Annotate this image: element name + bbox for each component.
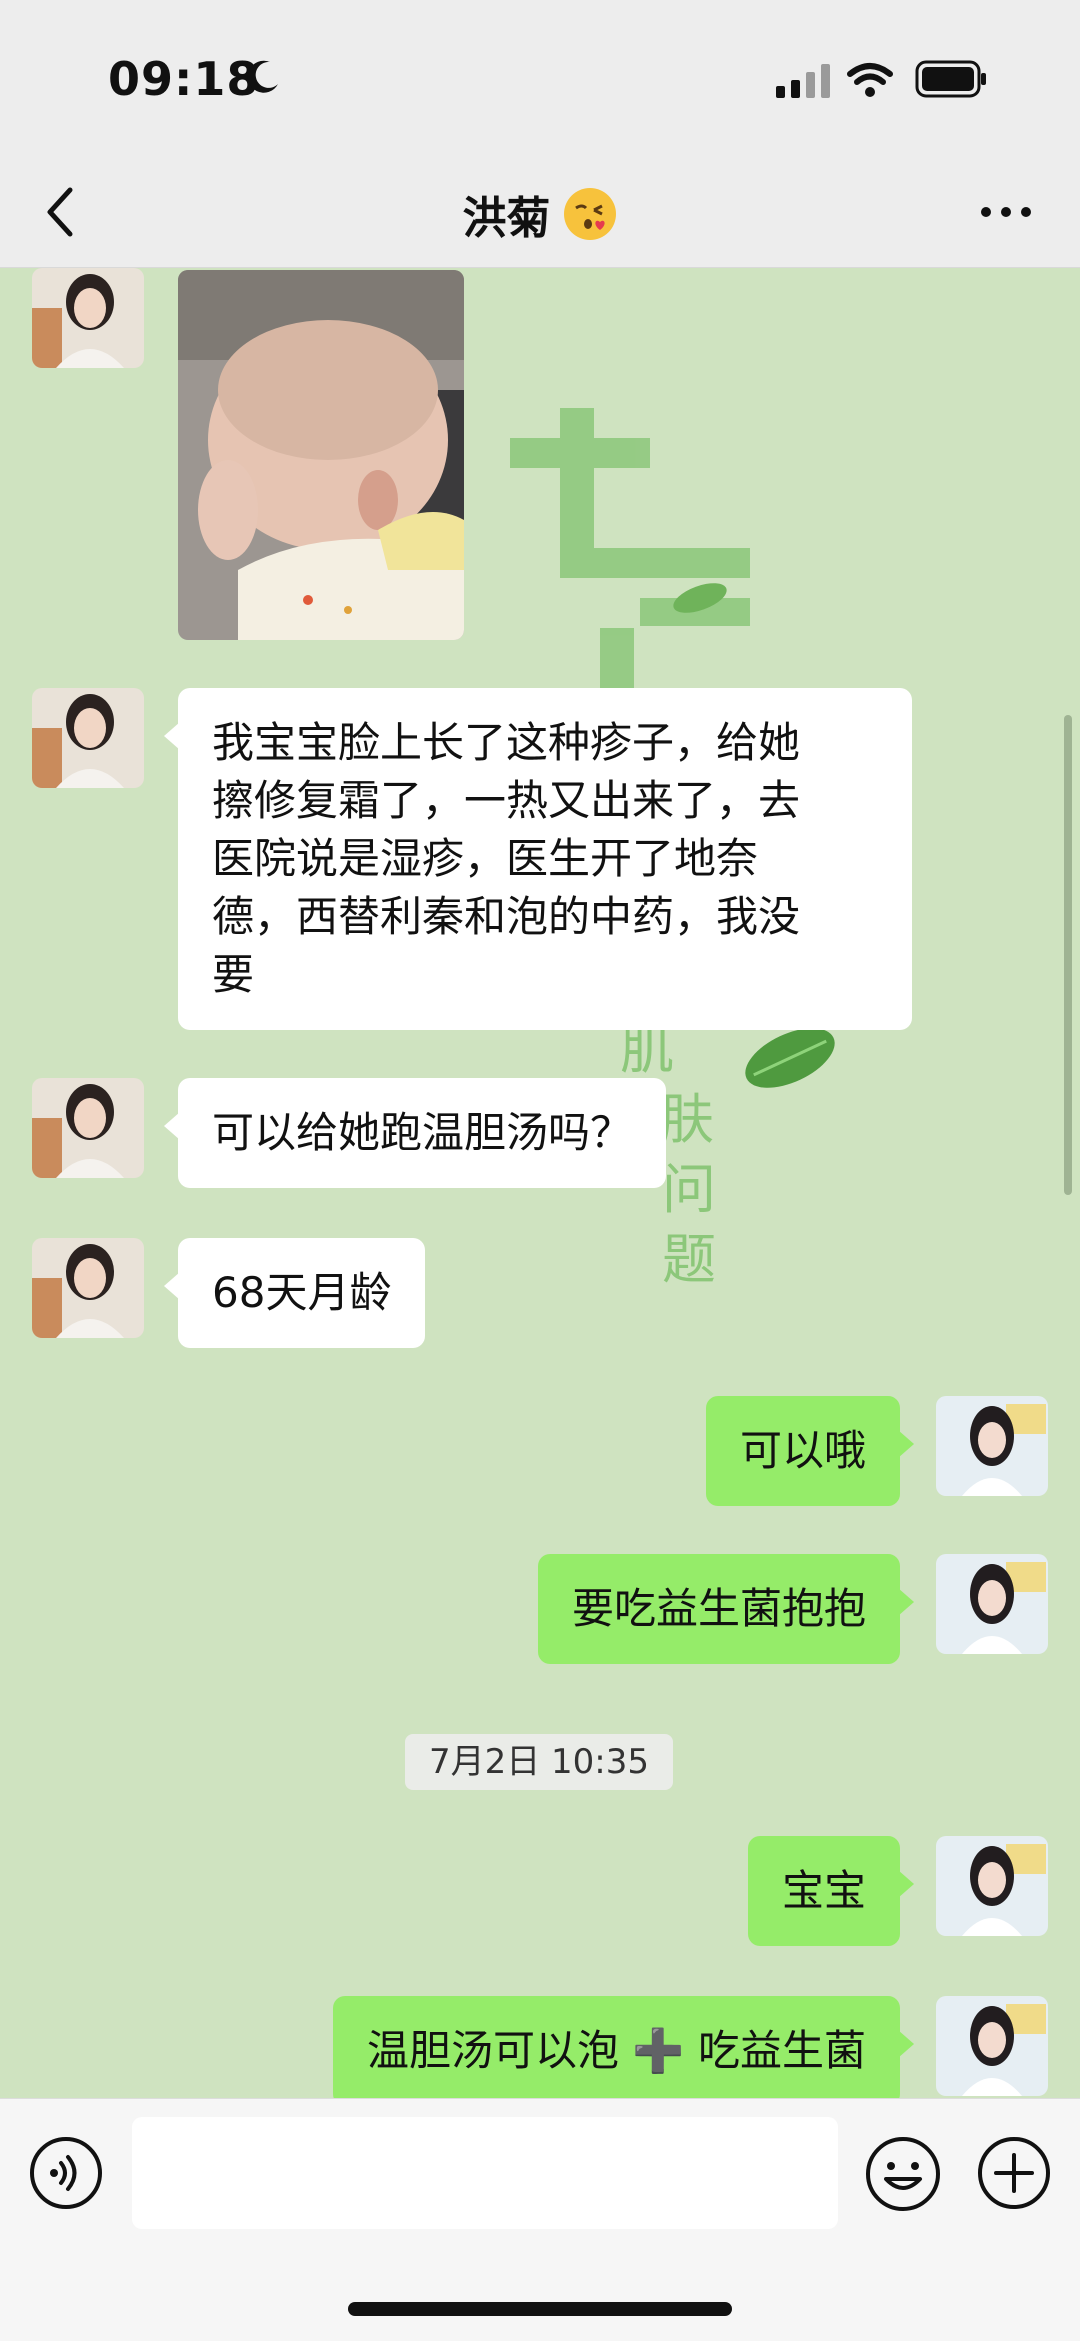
contact-avatar[interactable] — [32, 1238, 144, 1338]
kissing-face-emoji-icon — [563, 188, 616, 240]
plus-circle-icon[interactable] — [976, 2135, 1052, 2211]
moon-icon — [247, 60, 278, 93]
my-avatar[interactable] — [936, 1836, 1048, 1936]
voice-icon[interactable] — [28, 2135, 104, 2211]
incoming-message-bubble[interactable]: 68天月龄 — [163, 1238, 426, 1348]
bg-large-char-3: 问 — [662, 1158, 716, 1221]
incoming-message-bubble[interactable]: 可以给她跑温胆汤吗？ — [163, 1078, 667, 1188]
chat-timestamp: 7月2日 10:35 — [405, 1734, 673, 1790]
top-bar: 09:18 洪菊 — [0, 0, 1080, 268]
outgoing-message-bubble[interactable]: 可以哦 — [705, 1396, 915, 1506]
incoming-message-bubble[interactable]: 我宝宝脸上长了这种疹子，给她 擦修复霜了，一热又出来了，去 医院说是湿疹，医生开… — [164, 688, 912, 1030]
wifi-icon — [847, 63, 893, 97]
bg-large-char-2: 肤 — [660, 1088, 714, 1151]
home-indicator[interactable] — [348, 2302, 732, 2316]
message-line: 我宝宝脸上长了这种疹子，给她 — [212, 718, 801, 767]
status-time: 09:18 — [108, 52, 260, 106]
message-line: 德，西替利秦和泡的中药，我没 — [212, 892, 801, 941]
chat-header: 洪菊 — [0, 160, 1080, 268]
title-area: 洪菊 — [0, 182, 1080, 246]
message-line: 医院说是湿疹，医生开了地奈 — [212, 834, 759, 883]
chat-scrollbar[interactable] — [1064, 715, 1072, 1195]
battery-icon — [915, 60, 986, 98]
baby-photo-message[interactable] — [178, 270, 464, 640]
contact-avatar[interactable] — [32, 268, 144, 368]
my-avatar[interactable] — [936, 1554, 1048, 1654]
my-avatar[interactable] — [936, 1396, 1048, 1496]
outgoing-message-bubble[interactable]: 宝宝 — [747, 1836, 915, 1946]
smiley-icon[interactable] — [864, 2135, 942, 2213]
outgoing-message-bubble[interactable]: 要吃益生菌抱抱 — [537, 1554, 915, 1664]
my-avatar[interactable] — [936, 1996, 1048, 2096]
contact-avatar[interactable] — [32, 1078, 144, 1178]
bg-large-char-4: 题 — [662, 1228, 716, 1291]
message-line: 擦修复霜了，一热又出来了，去 — [212, 776, 801, 825]
message-input[interactable] — [132, 2117, 838, 2229]
contact-avatar[interactable] — [32, 688, 144, 788]
ellipsis-icon[interactable] — [976, 192, 1036, 232]
status-bar: 09:18 — [0, 0, 1080, 160]
chat-title: 洪菊 — [462, 193, 551, 244]
cellular-signal-icon — [776, 62, 830, 98]
message-line: 要 — [212, 950, 255, 999]
outgoing-message-bubble[interactable]: 温胆汤可以泡 ➕ 吃益生菌 — [333, 1996, 914, 2106]
